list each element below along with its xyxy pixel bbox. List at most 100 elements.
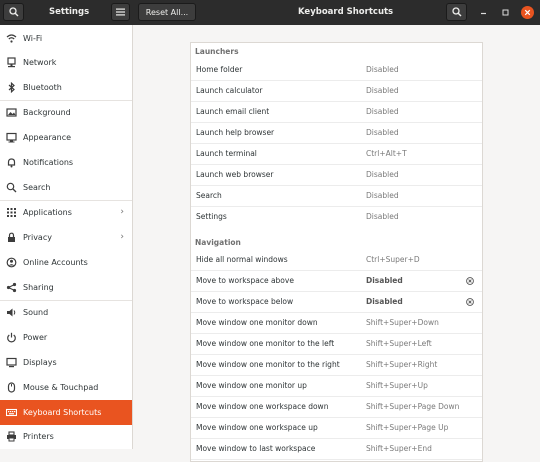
sidebar-item-bluetooth[interactable]: Bluetooth [0,75,132,100]
speaker-icon [6,307,17,318]
shortcut-row[interactable]: Launch email client Disabled [191,102,482,123]
shortcut-row[interactable]: Home folder Disabled [191,60,482,81]
sidebar-item-label: Network [23,58,57,67]
shortcut-name: Move to workspace above [196,276,294,285]
shortcut-accel: Shift+Super+Down [366,318,439,327]
sidebar-item-label: Background [23,108,71,117]
shortcut-name: Move window one monitor to the right [196,360,340,369]
shortcut-row[interactable]: Launch terminal Ctrl+Alt+T [191,144,482,165]
shortcut-row[interactable]: Move window one monitor down Shift+Super… [191,313,482,334]
clear-icon [466,298,474,306]
bluetooth-icon [6,82,17,93]
sidebar-item-online-accounts[interactable]: Online Accounts [0,250,132,275]
sidebar-item-privacy[interactable]: Privacy › [0,225,132,250]
sidebar-item-label: Privacy [23,233,52,242]
shortcut-accel: Ctrl+Alt+T [366,149,407,158]
bell-icon [6,157,17,168]
shortcut-row[interactable]: Move to workspace below Disabled [191,292,482,313]
shortcut-row[interactable]: Launch calculator Disabled [191,81,482,102]
shortcut-row[interactable]: Hide all normal windows Ctrl+Super+D [191,250,482,271]
reset-shortcut-button[interactable] [466,277,474,285]
header-bar: Settings Reset All... Keyboard Shortcuts [0,0,540,25]
shortcut-accel: Disabled [366,65,399,74]
sidebar-item-label: Keyboard Shortcuts [23,408,102,417]
shortcut-row[interactable]: Launch web browser Disabled [191,165,482,186]
sidebar: Wi-Fi Network Bluetooth Background Appea… [0,25,133,449]
menu-button[interactable] [111,3,130,21]
shortcut-row[interactable]: Settings Disabled [191,207,482,228]
shortcut-row[interactable]: Move window one monitor to the right Shi… [191,355,482,376]
sidebar-item-wifi[interactable]: Wi-Fi [0,26,132,51]
sidebar-item-printers[interactable]: Printers [0,424,132,449]
shortcut-name: Launch terminal [196,149,257,158]
shortcut-accel: Ctrl+Super+D [366,255,420,264]
shortcut-row[interactable]: Move window to last workspace Shift+Supe… [191,439,482,460]
sidebar-item-notifications[interactable]: Notifications [0,150,132,175]
shortcut-name: Move window one monitor up [196,381,307,390]
hamburger-icon [116,8,125,16]
privacy-icon [6,232,17,243]
shortcut-row[interactable]: Move window one monitor up Shift+Super+U… [191,376,482,397]
shortcut-accel: Disabled [366,107,399,116]
close-button[interactable] [521,6,534,19]
shortcut-row[interactable]: Search Disabled [191,186,482,207]
shortcut-name: Move to workspace below [196,297,294,306]
shortcut-row[interactable]: Move window one workspace down Shift+Sup… [191,397,482,418]
sidebar-item-label: Sound [23,308,49,317]
sidebar-item-keyboard-shortcuts[interactable]: Keyboard Shortcuts [0,400,132,425]
sidebar-item-label: Bluetooth [23,83,62,92]
search-icon [451,7,461,17]
shortcut-accel: Disabled [366,297,403,306]
sidebar-item-sound[interactable]: Sound [0,300,132,325]
shortcut-accel: Disabled [366,170,399,179]
shortcut-accel: Shift+Super+End [366,444,432,453]
sidebar-item-background[interactable]: Background [0,100,132,125]
shortcut-accel: Shift+Super+Page Up [366,423,449,432]
sidebar-search-button[interactable] [3,3,24,21]
shortcut-row[interactable]: Move window one workspace up Shift+Super… [191,418,482,439]
shortcut-name: Move window one workspace up [196,423,318,432]
shortcut-accel: Shift+Super+Right [366,360,438,369]
shortcut-name: Launch email client [196,107,270,116]
sidebar-item-applications[interactable]: Applications › [0,200,132,225]
sidebar-item-network[interactable]: Network [0,50,132,75]
sidebar-item-search[interactable]: Search [0,175,132,200]
appearance-icon [6,132,17,143]
sidebar-item-label: Printers [23,432,54,441]
shortcut-name: Launch calculator [196,86,263,95]
shortcut-name: Settings [196,212,227,221]
shortcut-row[interactable]: Launch help browser Disabled [191,123,482,144]
shortcut-accel: Disabled [366,212,399,221]
minimize-icon [481,12,486,15]
minimize-button[interactable] [478,7,489,18]
maximize-icon [502,9,509,16]
shortcut-name: Home folder [196,65,243,74]
shortcut-accel: Disabled [366,276,403,285]
shortcuts-list: Launchers Home folder Disabled Launch ca… [190,42,483,462]
shortcut-row[interactable]: Move window one monitor to the left Shif… [191,334,482,355]
background-icon [6,107,17,118]
shortcut-accel: Disabled [366,86,399,95]
wifi-icon [6,33,17,44]
sidebar-item-appearance[interactable]: Appearance [0,125,132,150]
online-accounts-icon [6,257,17,268]
sidebar-item-mouse-touchpad[interactable]: Mouse & Touchpad [0,375,132,400]
sidebar-item-label: Online Accounts [23,258,88,267]
sidebar-item-displays[interactable]: Displays [0,350,132,375]
sidebar-item-sharing[interactable]: Sharing [0,275,132,300]
shortcut-name: Move window one monitor down [196,318,318,327]
close-icon [524,9,531,16]
sharing-icon [6,282,17,293]
sidebar-item-power[interactable]: Power [0,325,132,350]
mouse-icon [6,382,17,393]
reset-all-button[interactable]: Reset All... [138,3,196,21]
shortcut-name: Hide all normal windows [196,255,288,264]
shortcut-row[interactable]: Move to workspace above Disabled [191,271,482,292]
chevron-right-icon: › [120,207,124,217]
sidebar-item-label: Wi-Fi [23,34,43,43]
reset-shortcut-button[interactable] [466,298,474,306]
shortcut-accel: Disabled [366,191,399,200]
shortcut-search-button[interactable] [446,3,467,21]
maximize-button[interactable] [500,7,511,18]
shortcut-accel: Shift+Super+Up [366,381,428,390]
